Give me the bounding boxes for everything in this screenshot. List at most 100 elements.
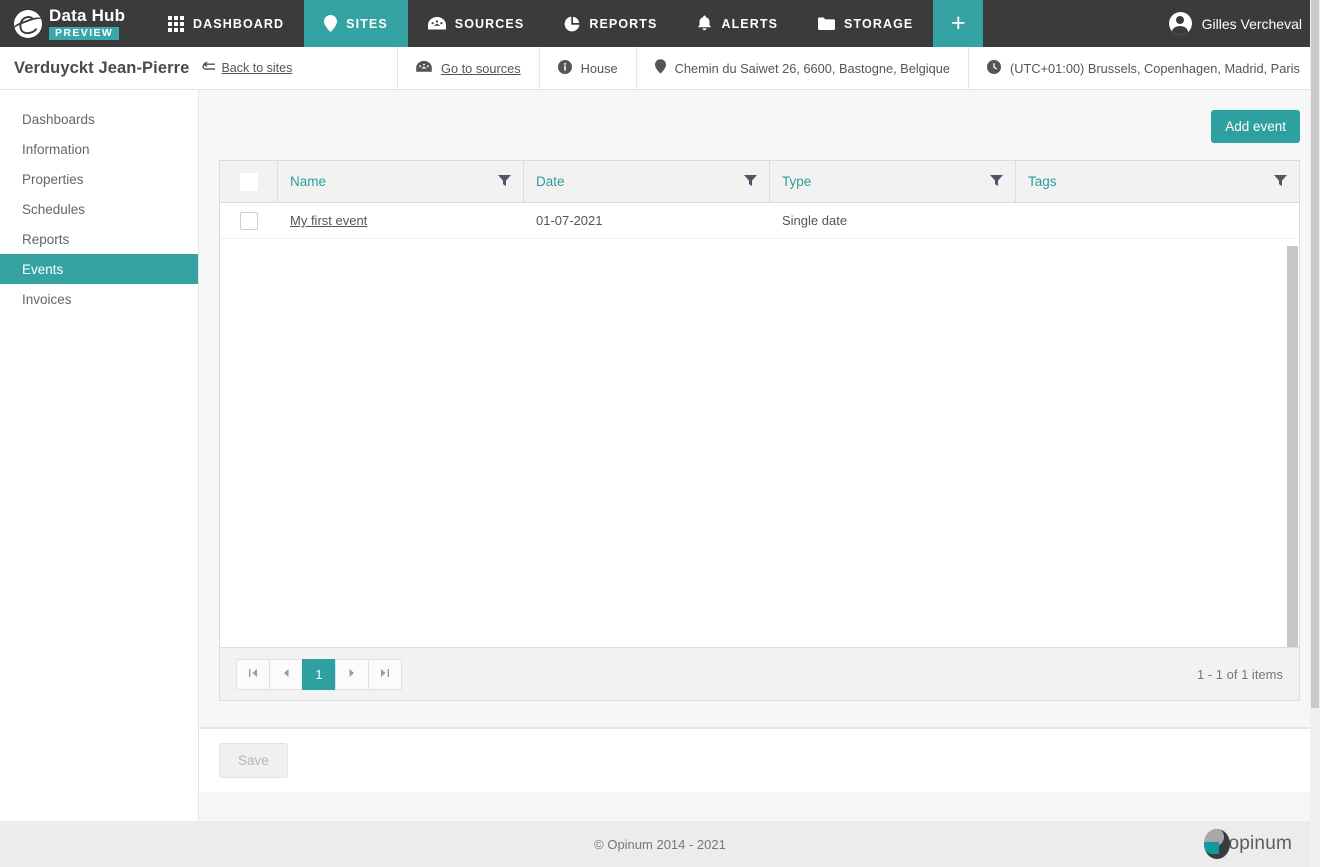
page-first-icon [248, 668, 258, 681]
brand-title: Data Hub [49, 7, 125, 24]
page-scrollbar[interactable] [1310, 0, 1320, 867]
nav-item-dashboard[interactable]: DASHBOARD [148, 0, 304, 47]
footer: © Opinum 2014 - 2021 opinum [0, 821, 1320, 867]
opinum-logo-text: opinum [1228, 833, 1292, 855]
sidebar-item-schedules[interactable]: Schedules [0, 194, 198, 224]
column-header-label: Tags [1028, 174, 1057, 189]
save-button[interactable]: Save [219, 743, 288, 778]
page-next-icon [347, 668, 357, 681]
select-all-cell [220, 161, 278, 202]
row-checkbox[interactable] [240, 212, 258, 230]
events-panel: Add event Name Date [199, 90, 1320, 728]
site-timezone-label: (UTC+01:00) Brussels, Copenhagen, Madrid… [1010, 61, 1300, 76]
column-header-tags[interactable]: Tags [1016, 161, 1299, 202]
nav-item-label: SITES [346, 17, 388, 31]
back-to-sites-link[interactable]: Back to sites [201, 61, 292, 75]
nav-item-storage[interactable]: STORAGE [798, 0, 933, 47]
sidebar-item-label: Reports [22, 232, 69, 247]
opinum-logo-icon [1204, 829, 1230, 859]
sidebar-item-label: Dashboards [22, 112, 95, 127]
page-last-icon [380, 668, 390, 681]
brand-logo[interactable]: Data Hub PREVIEW [0, 0, 148, 47]
pager-first-button[interactable] [236, 659, 270, 690]
sidebar-item-label: Events [22, 262, 63, 277]
column-header-label: Date [536, 174, 565, 189]
brand-preview-badge: PREVIEW [49, 27, 119, 41]
table-row[interactable]: My first event 01-07-2021 Single date [220, 203, 1299, 239]
nav-items: DASHBOARD SITES SOURCES REPORTS [148, 0, 933, 47]
go-to-sources-cell[interactable]: Go to sources [398, 47, 540, 89]
grid-body: My first event 01-07-2021 Single date [220, 203, 1299, 647]
nav-item-label: DASHBOARD [193, 17, 284, 31]
nav-item-label: ALERTS [721, 17, 778, 31]
clock-icon [987, 60, 1001, 77]
bell-icon [697, 15, 712, 32]
filter-funnel-icon[interactable] [990, 174, 1003, 190]
nav-item-sites[interactable]: SITES [304, 0, 408, 47]
page-scrollbar-thumb[interactable] [1311, 0, 1319, 708]
user-menu[interactable]: Gilles Vercheval [1155, 0, 1320, 47]
filter-funnel-icon[interactable] [744, 174, 757, 190]
cell-type: Single date [770, 203, 1016, 238]
cell-name: My first event [278, 203, 524, 238]
grid-vertical-scrollbar[interactable] [1287, 246, 1298, 647]
folder-icon [818, 17, 835, 31]
column-header-type[interactable]: Type [770, 161, 1016, 202]
site-timezone-cell: (UTC+01:00) Brussels, Copenhagen, Madrid… [969, 47, 1318, 89]
sidebar-item-properties[interactable]: Properties [0, 164, 198, 194]
grid-icon [168, 16, 184, 32]
sidebar-item-label: Information [22, 142, 90, 157]
nav-item-reports[interactable]: REPORTS [544, 0, 677, 47]
main-shell: Dashboards Information Properties Schedu… [0, 90, 1320, 821]
filter-funnel-icon[interactable] [1274, 174, 1287, 190]
events-grid: Name Date Type [219, 160, 1300, 701]
sidebar-item-dashboards[interactable]: Dashboards [0, 104, 198, 134]
sidebar-item-information[interactable]: Information [0, 134, 198, 164]
pager-page-1-button[interactable]: 1 [302, 659, 336, 690]
return-arrow-icon [201, 61, 216, 75]
content-area: Add event Name Date [199, 90, 1320, 821]
sidebar-item-label: Schedules [22, 202, 85, 217]
nav-item-label: SOURCES [455, 17, 525, 31]
datahub-logo-icon [14, 10, 42, 38]
cell-date: 01-07-2021 [524, 203, 770, 238]
site-type-label: House [581, 61, 618, 76]
pager-info: 1 - 1 of 1 items [1197, 667, 1283, 682]
back-to-sites-label: Back to sites [221, 61, 292, 75]
gauge-icon [416, 60, 432, 76]
top-navigation-bar: Data Hub PREVIEW DASHBOARD SITES [0, 0, 1320, 47]
sidebar-item-invoices[interactable]: Invoices [0, 284, 198, 314]
nav-item-label: STORAGE [844, 17, 913, 31]
add-event-button[interactable]: Add event [1211, 110, 1300, 143]
row-select-cell [220, 203, 278, 238]
map-pin-icon [655, 59, 666, 77]
grid-header-row: Name Date Type [220, 161, 1299, 203]
nav-item-sources[interactable]: SOURCES [408, 0, 545, 47]
column-header-name[interactable]: Name [278, 161, 524, 202]
event-name-link[interactable]: My first event [290, 213, 367, 228]
pager-prev-button[interactable] [269, 659, 303, 690]
sidebar-item-label: Invoices [22, 292, 72, 307]
site-address-label: Chemin du Saiwet 26, 6600, Bastogne, Bel… [675, 61, 950, 76]
events-toolbar: Add event [219, 110, 1300, 160]
map-pin-icon [324, 15, 337, 32]
nav-item-label: REPORTS [589, 17, 657, 31]
footer-copyright: © Opinum 2014 - 2021 [594, 837, 726, 852]
nav-item-alerts[interactable]: ALERTS [677, 0, 798, 47]
add-button[interactable]: + [933, 0, 983, 47]
site-type-cell: House [540, 47, 637, 89]
pager-buttons: 1 [236, 659, 402, 690]
grid-scrollbar-thumb[interactable] [1287, 246, 1298, 647]
pager-next-button[interactable] [335, 659, 369, 690]
column-header-date[interactable]: Date [524, 161, 770, 202]
cell-tags [1016, 203, 1299, 238]
site-title-group: Verduyckt Jean-Pierre Back to sites [0, 47, 398, 89]
pager-last-button[interactable] [368, 659, 402, 690]
sidebar-item-events[interactable]: Events [0, 254, 198, 284]
sidebar-item-label: Properties [22, 172, 84, 187]
user-name: Gilles Vercheval [1202, 16, 1302, 32]
select-all-checkbox[interactable] [240, 173, 258, 191]
filter-funnel-icon[interactable] [498, 174, 511, 190]
info-circle-icon [558, 60, 572, 77]
sidebar-item-reports[interactable]: Reports [0, 224, 198, 254]
